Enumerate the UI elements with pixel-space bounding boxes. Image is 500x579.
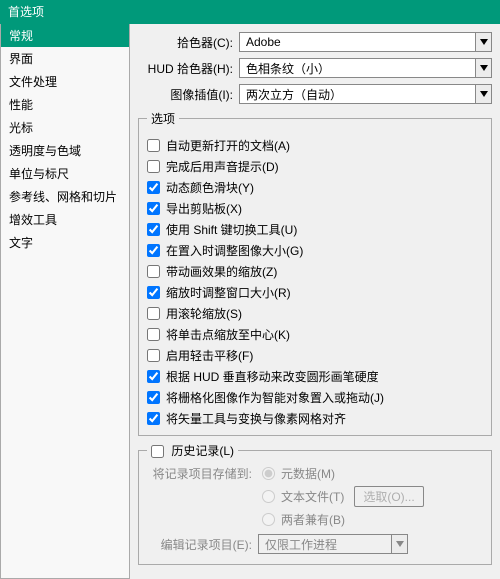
option-row-1: 完成后用声音提示(D) [147,158,483,175]
dropdown-arrow-icon [475,59,491,77]
option-row-12: 将栅格化图像作为智能对象置入或拖动(J) [147,389,483,406]
sidebar-item-8[interactable]: 增效工具 [1,208,129,231]
option-row-7: 缩放时调整窗口大小(R) [147,284,483,301]
history-log-checkbox[interactable] [151,445,164,458]
option-label-9: 将单击点缩放至中心(K) [166,326,290,343]
history-legend: 历史记录(L) [147,442,238,459]
history-legend-label: 历史记录(L) [171,444,234,458]
sidebar-item-9[interactable]: 文字 [1,231,129,254]
image-interp-value: 两次立方（自动） [240,86,475,103]
sidebar-item-5[interactable]: 透明度与色域 [1,139,129,162]
option-checkbox-4[interactable] [147,223,160,236]
option-label-7: 缩放时调整窗口大小(R) [166,284,291,301]
option-checkbox-5[interactable] [147,244,160,257]
color-picker-dropdown[interactable]: Adobe [239,32,492,52]
sidebar-item-3[interactable]: 性能 [1,93,129,116]
option-row-6: 带动画效果的缩放(Z) [147,263,483,280]
dropdown-arrow-icon [475,85,491,103]
option-checkbox-3[interactable] [147,202,160,215]
option-label-4: 使用 Shift 键切换工具(U) [166,221,297,238]
option-label-5: 在置入时调整图像大小(G) [166,242,303,259]
option-checkbox-7[interactable] [147,286,160,299]
history-save-label: 将记录项目存储到: [147,465,252,482]
option-label-6: 带动画效果的缩放(Z) [166,263,277,280]
option-checkbox-13[interactable] [147,412,160,425]
hud-picker-label: HUD 拾色器(H): [138,60,233,77]
sidebar-item-4[interactable]: 光标 [1,116,129,139]
option-checkbox-10[interactable] [147,349,160,362]
option-label-1: 完成后用声音提示(D) [166,158,279,175]
option-row-10: 启用轻击平移(F) [147,347,483,364]
option-label-0: 自动更新打开的文档(A) [166,137,290,154]
option-label-13: 将矢量工具与变换与像素网格对齐 [166,410,346,427]
history-radio-text [262,490,275,503]
option-row-2: 动态颜色滑块(Y) [147,179,483,196]
dropdown-arrow-icon [391,535,407,553]
history-radio-metadata [262,467,275,480]
history-radio-both [262,513,275,526]
window-title: 首选项 [0,0,500,24]
history-radio-metadata-label: 元数据(M) [281,465,335,482]
option-checkbox-8[interactable] [147,307,160,320]
option-checkbox-11[interactable] [147,370,160,383]
history-edit-dropdown: 仅限工作进程 [258,534,408,554]
option-row-3: 导出剪贴板(X) [147,200,483,217]
category-sidebar: 常规界面文件处理性能光标透明度与色域单位与标尺参考线、网格和切片增效工具文字 [0,24,130,579]
history-radio-text-label: 文本文件(T) [281,488,344,505]
option-row-11: 根据 HUD 垂直移动来改变圆形画笔硬度 [147,368,483,385]
option-checkbox-0[interactable] [147,139,160,152]
dropdown-arrow-icon [475,33,491,51]
sidebar-item-6[interactable]: 单位与标尺 [1,162,129,185]
option-row-4: 使用 Shift 键切换工具(U) [147,221,483,238]
option-label-10: 启用轻击平移(F) [166,347,253,364]
history-edit-value: 仅限工作进程 [259,536,391,553]
option-checkbox-12[interactable] [147,391,160,404]
content-panel: 拾色器(C): Adobe HUD 拾色器(H): 色相条纹（小） 图像插值(I… [130,24,500,579]
sidebar-item-7[interactable]: 参考线、网格和切片 [1,185,129,208]
image-interp-dropdown[interactable]: 两次立方（自动） [239,84,492,104]
color-picker-label: 拾色器(C): [138,34,233,51]
history-radio-both-label: 两者兼有(B) [281,511,345,528]
option-row-5: 在置入时调整图像大小(G) [147,242,483,259]
image-interp-label: 图像插值(I): [138,86,233,103]
history-choose-button: 选取(O)... [354,486,423,507]
option-label-11: 根据 HUD 垂直移动来改变圆形画笔硬度 [166,368,379,385]
option-checkbox-9[interactable] [147,328,160,341]
option-checkbox-2[interactable] [147,181,160,194]
sidebar-item-2[interactable]: 文件处理 [1,70,129,93]
hud-picker-value: 色相条纹（小） [240,60,475,77]
color-picker-value: Adobe [240,35,475,49]
options-legend: 选项 [147,110,179,127]
option-row-9: 将单击点缩放至中心(K) [147,326,483,343]
option-row-8: 用滚轮缩放(S) [147,305,483,322]
option-row-0: 自动更新打开的文档(A) [147,137,483,154]
hud-picker-dropdown[interactable]: 色相条纹（小） [239,58,492,78]
options-group: 选项 自动更新打开的文档(A) 完成后用声音提示(D) 动态颜色滑块(Y) 导出剪贴板… [138,110,492,436]
option-checkbox-1[interactable] [147,160,160,173]
option-label-2: 动态颜色滑块(Y) [166,179,254,196]
option-label-8: 用滚轮缩放(S) [166,305,242,322]
option-label-3: 导出剪贴板(X) [166,200,242,217]
history-group: 历史记录(L) 将记录项目存储到: 元数据(M) 文本文件(T) [138,442,492,565]
option-label-12: 将栅格化图像作为智能对象置入或拖动(J) [166,389,384,406]
history-edit-label: 编辑记录项目(E): [147,536,252,553]
sidebar-item-1[interactable]: 界面 [1,47,129,70]
sidebar-item-0[interactable]: 常规 [1,24,129,47]
option-checkbox-6[interactable] [147,265,160,278]
option-row-13: 将矢量工具与变换与像素网格对齐 [147,410,483,427]
